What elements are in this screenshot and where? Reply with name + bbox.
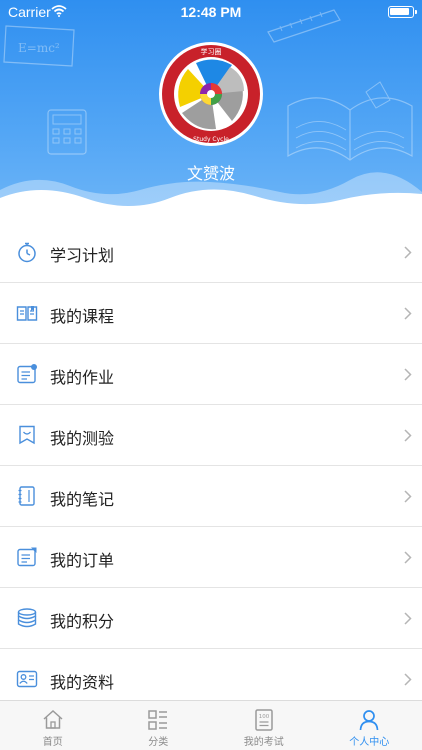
formula-text: E=mc² <box>18 41 60 55</box>
chevron-right-icon <box>404 368 412 381</box>
chevron-right-icon <box>404 612 412 625</box>
menu-item-my-courses[interactable]: 我的课程 <box>0 283 422 344</box>
logo-text-en: Study Cycle <box>193 136 229 143</box>
category-icon <box>148 710 168 730</box>
chevron-right-icon <box>404 490 412 503</box>
battery-icon <box>388 6 417 18</box>
status-time: 12:48 PM <box>180 4 242 20</box>
tab-label: 分类 <box>148 737 169 748</box>
chevron-right-icon <box>404 307 412 320</box>
menu-item-label: 学习计划 <box>50 246 115 265</box>
menu-item-label: 我的积分 <box>50 612 115 631</box>
order-icon <box>17 547 37 567</box>
menu-item-my-quizzes[interactable]: 我的测验 <box>0 405 422 466</box>
menu-item-my-notes[interactable]: 我的笔记 <box>0 466 422 527</box>
tab-label: 我的考试 <box>243 737 284 748</box>
menu-item-label: 我的课程 <box>50 307 115 326</box>
menu-item-label: 我的作业 <box>50 368 115 387</box>
study-cycle-logo: 学习圈 Study Cycle <box>158 41 264 147</box>
calculator-doodle-icon <box>47 109 87 155</box>
status-bar: Carrier 12:48 PM <box>0 0 422 24</box>
profile-menu: 学习计划 我的课程 我的作业 我的测验 我的笔记 我的订单 我的积分 我的资料 <box>0 222 422 710</box>
chevron-right-icon <box>404 673 412 686</box>
chevron-right-icon <box>404 429 412 442</box>
tab-label: 首页 <box>42 737 63 748</box>
menu-item-study-plan[interactable]: 学习计划 <box>0 222 422 283</box>
exam-paper-icon: 100 <box>255 709 273 731</box>
home-icon <box>43 709 63 729</box>
homework-icon <box>17 364 37 384</box>
menu-item-my-homework[interactable]: 我的作业 <box>0 344 422 405</box>
menu-item-my-points[interactable]: 我的积分 <box>0 588 422 649</box>
logo-text-cn: 学习圈 <box>201 47 222 56</box>
person-icon <box>359 710 379 731</box>
ruler-doodle-icon <box>267 9 341 43</box>
chevron-right-icon <box>404 246 412 259</box>
menu-item-label: 我的资料 <box>50 673 115 692</box>
stopwatch-icon <box>18 242 36 263</box>
profile-header: Carrier 12:48 PM E=mc² 学习圈 Study Cycle 文… <box>0 0 422 222</box>
bookmark-shield-icon <box>19 425 35 445</box>
tab-my-exams[interactable]: 100 我的考试 <box>211 701 317 750</box>
tab-home[interactable]: 首页 <box>0 701 106 750</box>
menu-item-label: 我的订单 <box>50 551 115 570</box>
id-card-icon <box>16 670 38 688</box>
tab-label: 个人中心 <box>349 737 390 748</box>
coins-stack-icon <box>17 608 37 628</box>
menu-item-my-orders[interactable]: 我的订单 <box>0 527 422 588</box>
svg-text:100: 100 <box>259 714 270 720</box>
menu-item-label: 我的测验 <box>50 429 115 448</box>
blackboard-doodle-icon: E=mc² <box>3 25 75 67</box>
open-book-icon <box>16 306 38 321</box>
tab-category[interactable]: 分类 <box>106 701 212 750</box>
tab-personal-center[interactable]: 个人中心 <box>317 701 422 750</box>
chevron-right-icon <box>404 551 412 564</box>
wave-divider <box>0 172 422 222</box>
menu-item-label: 我的笔记 <box>50 490 115 509</box>
notebook-icon <box>18 486 35 506</box>
tab-bar: 首页 分类 100 我的考试 个人中心 <box>0 700 422 750</box>
